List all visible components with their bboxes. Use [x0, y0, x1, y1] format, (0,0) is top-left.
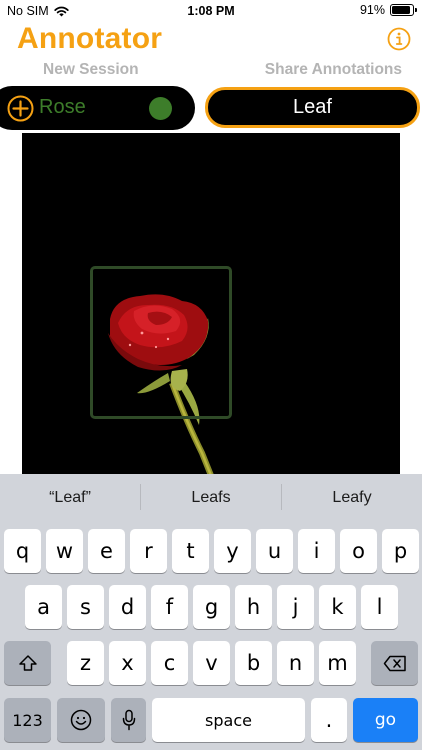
- period-key[interactable]: .: [311, 698, 347, 742]
- key-t[interactable]: t: [172, 529, 209, 573]
- key-r[interactable]: r: [130, 529, 167, 573]
- key-m[interactable]: m: [319, 641, 356, 685]
- key-d[interactable]: d: [109, 585, 146, 629]
- info-icon[interactable]: [387, 27, 411, 51]
- suggestion-1[interactable]: “Leaf”: [0, 489, 140, 507]
- key-s[interactable]: s: [67, 585, 104, 629]
- key-k[interactable]: k: [319, 585, 356, 629]
- active-label-name[interactable]: Rose: [39, 96, 86, 119]
- new-label-input[interactable]: Leaf: [205, 87, 420, 128]
- delete-key[interactable]: [371, 641, 418, 685]
- key-q[interactable]: q: [4, 529, 41, 573]
- key-x[interactable]: x: [109, 641, 146, 685]
- new-session-button[interactable]: New Session: [43, 61, 139, 79]
- suggestion-2[interactable]: Leafs: [141, 489, 281, 507]
- share-annotations-button[interactable]: Share Annotations: [265, 61, 402, 79]
- status-time: 1:08 PM: [187, 4, 235, 18]
- status-right: 91%: [359, 3, 417, 17]
- shift-key[interactable]: [4, 641, 51, 685]
- key-n[interactable]: n: [277, 641, 314, 685]
- key-e[interactable]: e: [88, 529, 125, 573]
- battery-percent: 91%: [359, 3, 385, 17]
- key-l[interactable]: l: [361, 585, 398, 629]
- suggestion-3[interactable]: Leafy: [282, 489, 422, 507]
- backspace-icon: [383, 655, 406, 671]
- battery-fill: [392, 6, 411, 14]
- shift-icon: [18, 655, 37, 671]
- key-g[interactable]: g: [193, 585, 230, 629]
- battery-icon: [390, 4, 417, 16]
- key-a[interactable]: a: [25, 585, 62, 629]
- emoji-key[interactable]: [57, 698, 105, 742]
- key-h[interactable]: h: [235, 585, 272, 629]
- key-i[interactable]: i: [298, 529, 335, 573]
- key-b[interactable]: b: [235, 641, 272, 685]
- key-j[interactable]: j: [277, 585, 314, 629]
- label-color-swatch[interactable]: [149, 97, 172, 120]
- keyboard: “Leaf” Leafs Leafy q w e r t y u i o p a…: [0, 474, 422, 750]
- image-canvas[interactable]: [22, 133, 400, 478]
- go-key[interactable]: go: [353, 698, 418, 742]
- key-u[interactable]: u: [256, 529, 293, 573]
- dictation-key[interactable]: [111, 698, 146, 742]
- key-o[interactable]: o: [340, 529, 377, 573]
- numbers-key[interactable]: 123: [4, 698, 51, 742]
- key-z[interactable]: z: [67, 641, 104, 685]
- key-p[interactable]: p: [382, 529, 419, 573]
- status-bar: No SIM 1:08 PM 91%: [0, 0, 422, 22]
- key-y[interactable]: y: [214, 529, 251, 573]
- add-label-icon[interactable]: [7, 95, 34, 122]
- suggestion-bar: “Leaf” Leafs Leafy: [0, 474, 422, 524]
- bounding-box[interactable]: [90, 266, 232, 419]
- emoji-icon: [70, 709, 92, 731]
- app-title: Annotator: [17, 22, 163, 55]
- key-v[interactable]: v: [193, 641, 230, 685]
- key-w[interactable]: w: [46, 529, 83, 573]
- microphone-icon: [122, 709, 135, 731]
- key-f[interactable]: f: [151, 585, 188, 629]
- key-c[interactable]: c: [151, 641, 188, 685]
- space-key[interactable]: space: [152, 698, 305, 742]
